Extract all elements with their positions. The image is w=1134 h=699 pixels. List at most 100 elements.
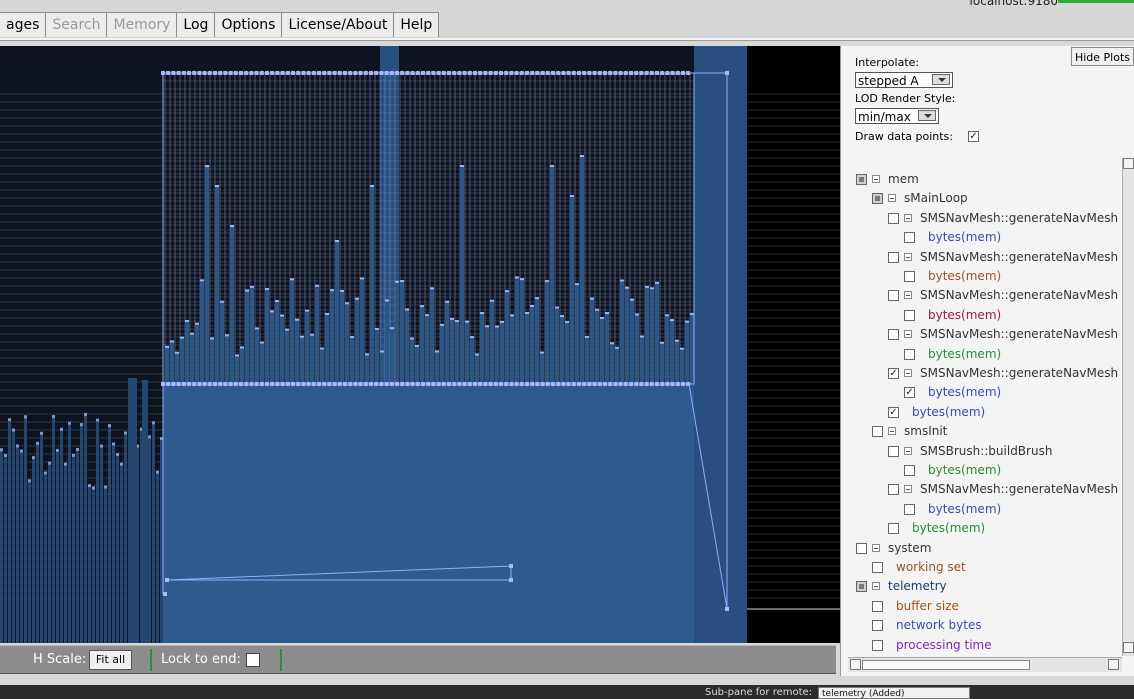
menu-tab-license-about[interactable]: License/About: [281, 12, 395, 37]
data-point: [285, 328, 289, 331]
memory-plot-canvas[interactable]: [0, 46, 840, 643]
tree-checkbox[interactable]: [856, 581, 867, 593]
remote-select[interactable]: telemetry (Added): [818, 687, 970, 699]
tree-checkbox[interactable]: [888, 484, 899, 496]
selection-handle: [499, 382, 503, 386]
fit-all-button[interactable]: Fit all: [89, 650, 132, 670]
interpolate-select[interactable]: stepped A: [855, 72, 953, 88]
tree-checkbox[interactable]: [904, 503, 915, 515]
tree-group-label[interactable]: SMSNavMesh::generateNavMesh: [920, 288, 1118, 302]
collapse-toggle-icon[interactable]: [872, 582, 880, 591]
scroll-left-button[interactable]: [850, 659, 861, 670]
tree-series-label[interactable]: processing time: [896, 638, 992, 652]
scroll-thumb[interactable]: [862, 660, 1030, 670]
tree-group-label[interactable]: SMSNavMesh::generateNavMesh: [920, 482, 1118, 496]
tree-series-label[interactable]: bytes(mem): [912, 405, 985, 419]
tree-checkbox[interactable]: [872, 620, 883, 632]
tree-series-label[interactable]: bytes(mem): [928, 385, 1001, 399]
tree-group-label[interactable]: SMSNavMesh::generateNavMesh: [920, 327, 1118, 341]
tree-series-label[interactable]: buffer size: [896, 599, 959, 613]
tree-checkbox[interactable]: [904, 309, 915, 321]
selection-handle: [322, 382, 327, 386]
lock-to-end-checkbox[interactable]: [246, 653, 260, 667]
tree-group-label[interactable]: system: [888, 541, 931, 555]
collapse-toggle-icon[interactable]: [904, 252, 912, 261]
tree-series-label[interactable]: network bytes: [896, 618, 982, 632]
tree-checkbox[interactable]: ✓: [904, 387, 915, 399]
tree-series-label[interactable]: bytes(mem): [928, 269, 1001, 283]
collapse-toggle-icon[interactable]: [904, 485, 912, 494]
collapse-toggle-icon[interactable]: [888, 194, 896, 203]
tree-checkbox[interactable]: [888, 251, 899, 263]
collapse-toggle-icon[interactable]: [904, 369, 912, 377]
tree-vertical-scrollbar[interactable]: [1122, 158, 1134, 656]
collapse-toggle-icon[interactable]: [888, 427, 896, 436]
selection-handle: [265, 382, 269, 386]
memory-plot[interactable]: [0, 46, 840, 643]
data-point: [405, 308, 409, 311]
tree-group-label[interactable]: smsInit: [904, 424, 947, 438]
tree-checkbox[interactable]: [872, 600, 883, 612]
scroll-right-button[interactable]: [1108, 659, 1119, 670]
draw-data-points-checkbox[interactable]: ✓: [968, 131, 979, 142]
tree-group-label[interactable]: SMSNavMesh::generateNavMesh: [920, 366, 1118, 380]
tree-series-label[interactable]: bytes(mem): [928, 463, 1001, 477]
data-point: [580, 155, 584, 157]
tree-group-label[interactable]: SMSBrush::buildBrush: [920, 444, 1052, 458]
tree-series-label[interactable]: working set: [896, 560, 966, 574]
tree-checkbox[interactable]: ✓: [888, 368, 899, 379]
tree-series-label[interactable]: bytes(mem): [928, 502, 1001, 516]
series-bar: [590, 298, 594, 384]
tree-group-label[interactable]: sMainLoop: [904, 191, 968, 205]
tree-horizontal-scrollbar[interactable]: [848, 657, 1122, 672]
tree-series-label[interactable]: bytes(mem): [928, 230, 1001, 244]
tree-checkbox[interactable]: [904, 232, 915, 244]
tree-checkbox[interactable]: [856, 542, 867, 554]
tree-checkbox[interactable]: [872, 639, 883, 651]
tree-checkbox[interactable]: [856, 174, 867, 185]
tree-checkbox[interactable]: [872, 562, 883, 573]
tree-series-label[interactable]: bytes(mem): [928, 347, 1001, 361]
tree-checkbox[interactable]: [888, 329, 899, 341]
collapse-toggle-icon[interactable]: [904, 446, 912, 455]
tree-checkbox[interactable]: [888, 523, 899, 535]
menu-tab-log[interactable]: Log: [176, 12, 216, 37]
lod-render-style-select[interactable]: min/max: [855, 108, 939, 124]
collapse-toggle-icon[interactable]: [872, 175, 880, 183]
hide-plots-button[interactable]: Hide Plots: [1071, 47, 1134, 66]
tree-checkbox[interactable]: [888, 290, 899, 302]
tree-group-label[interactable]: telemetry: [888, 579, 947, 593]
tree-group-label[interactable]: SMSNavMesh::generateNavMesh: [920, 250, 1118, 264]
data-point: [16, 444, 19, 448]
collapse-toggle-icon[interactable]: [872, 543, 880, 552]
tree-checkbox[interactable]: [872, 426, 883, 438]
scroll-up-button[interactable]: [1123, 158, 1134, 169]
tree-checkbox[interactable]: [904, 348, 915, 360]
tree-group-label[interactable]: mem: [888, 172, 919, 186]
tree-series-label[interactable]: bytes(mem): [912, 521, 985, 535]
tree-checkbox[interactable]: [904, 271, 915, 282]
menu-tab-memory[interactable]: Memory: [106, 12, 178, 37]
data-point: [100, 444, 103, 448]
tree-checkbox[interactable]: [888, 445, 899, 457]
series-bar: [185, 320, 189, 384]
tree-series-label[interactable]: bytes(mem): [928, 308, 1001, 322]
tree-checkbox[interactable]: [872, 193, 883, 205]
collapse-toggle-icon[interactable]: [904, 291, 912, 300]
tree-checkbox[interactable]: ✓: [888, 406, 899, 418]
plot-toolbar: H Scale: Fit all Lock to end:: [0, 645, 836, 674]
selection-handle: [369, 382, 373, 386]
data-point: [250, 285, 254, 288]
menu-tab-help[interactable]: Help: [393, 12, 440, 37]
selection-handle: [353, 382, 358, 386]
menu-tab-ages[interactable]: ages: [0, 12, 47, 37]
scroll-down-button[interactable]: [1123, 642, 1134, 653]
menu-tab-options[interactable]: Options: [214, 12, 283, 37]
tree-checkbox[interactable]: [888, 212, 899, 224]
tree-group-label[interactable]: SMSNavMesh::generateNavMesh: [920, 211, 1118, 225]
data-point: [625, 286, 629, 289]
collapse-toggle-icon[interactable]: [904, 213, 912, 222]
menu-tab-search[interactable]: Search: [45, 12, 108, 37]
collapse-toggle-icon[interactable]: [904, 330, 912, 339]
tree-checkbox[interactable]: [904, 465, 915, 476]
